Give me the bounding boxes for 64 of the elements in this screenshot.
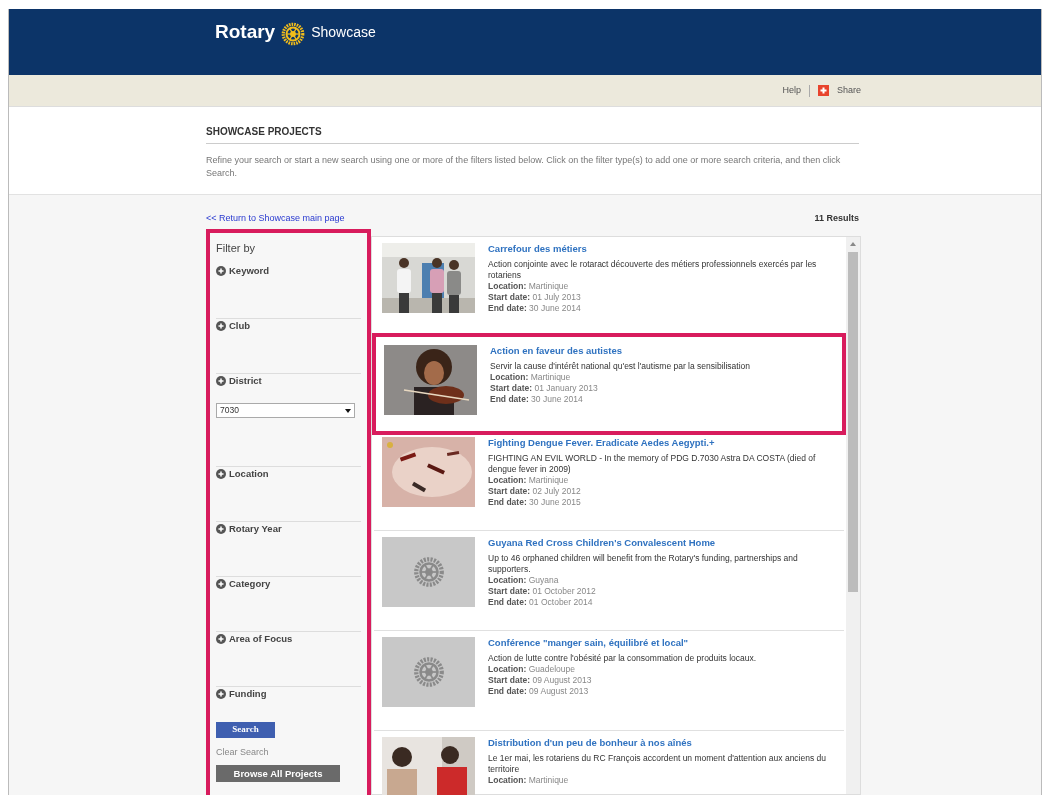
plus-circle-icon — [216, 689, 226, 700]
filter-toggle[interactable]: Category — [216, 577, 271, 592]
filter-toggle[interactable]: District — [216, 374, 262, 389]
help-link[interactable]: Help — [782, 83, 801, 98]
scroll-up-icon — [850, 241, 856, 246]
project-location: Location: Martinique — [490, 371, 572, 383]
plus-circle-icon — [216, 634, 226, 645]
plus-circle-icon — [216, 579, 226, 590]
return-link[interactable]: << Return to Showcase main page — [206, 212, 345, 226]
product-name: Showcase — [311, 23, 376, 42]
project-location: Location: Martinique — [488, 774, 570, 786]
share-link[interactable]: Share — [836, 83, 861, 98]
filter-toggle[interactable]: Club — [216, 319, 251, 334]
project-end-date: End date: 30 June 2014 — [488, 302, 582, 314]
brand-name: Rotary — [215, 21, 276, 43]
browse-all-button[interactable]: Browse All Projects — [216, 765, 340, 783]
scroll-thumb[interactable] — [848, 251, 858, 592]
project-location: Location: Martinique — [488, 474, 570, 486]
clear-search-link[interactable]: Clear Search — [216, 746, 361, 760]
rotary-wheel-icon — [411, 554, 446, 589]
results-count: 11 Results — [814, 212, 859, 225]
dropdown-caret-icon — [345, 408, 351, 413]
intro-text: Refine your search or start a new search using one or more of the filters listed below. Click on the filter type(s) to add one or more search criteria, and then click Search. — [206, 154, 842, 180]
project-end-date: End date: 30 June 2014 — [490, 393, 584, 405]
rotary-wheel-icon — [280, 21, 307, 47]
project-title[interactable]: Carrefour des métiers — [488, 242, 836, 254]
filter-toggle[interactable]: Location — [216, 467, 269, 482]
filter-toggle[interactable]: Funding — [216, 687, 267, 702]
plus-circle-icon — [216, 376, 226, 387]
project-end-date: End date: 01 October 2014 — [488, 596, 594, 608]
project-title[interactable]: Distribution d'un peu de bonheur à nos aînés — [488, 736, 836, 748]
filter-toggle[interactable]: Rotary Year — [216, 522, 282, 537]
project-location: Location: Martinique — [488, 280, 570, 292]
project-start-date: Start date: 09 August 2013 — [488, 674, 593, 686]
filter-toggle[interactable]: Keyword — [216, 264, 270, 279]
plus-circle-icon — [216, 266, 226, 277]
project-end-date: End date: 09 August 2013 — [488, 685, 590, 697]
share-icon — [817, 85, 829, 96]
project-end-date: End date: 30 June 2015 — [488, 496, 582, 508]
project-title[interactable]: Fighting Dengue Fever. Eradicate Aedes Aegypti.+ — [488, 436, 836, 448]
filter-title: Filter by — [216, 240, 257, 256]
plus-circle-icon — [216, 321, 226, 332]
project-description: FIGHTING AN EVIL WORLD - In the memory of PDG D.7030 Astra DA COSTA (died of dengue fever in 2009) — [488, 452, 817, 475]
section-title: SHOWCASE PROJECTS — [206, 124, 859, 144]
project-title[interactable]: Conférence "manger sain, équilibré et local" — [488, 636, 757, 648]
project-description: Up to 46 orphaned children will benefit from the Rotary's funding, partnerships and supporters. — [488, 552, 799, 575]
project-description: Action conjointe avec le rotaract découverte des métiers professionnels exercés par les rotariens — [488, 258, 818, 281]
project-description: Action de lutte contre l'obésité par la consommation de produits locaux. — [488, 652, 757, 664]
filter-toggle[interactable]: Area of Focus — [216, 632, 293, 647]
plus-circle-icon — [216, 524, 226, 535]
rotary-wheel-icon — [411, 654, 446, 689]
project-title[interactable]: Action en faveur des autistes — [490, 344, 750, 356]
project-start-date: Start date: 01 January 2013 — [490, 382, 599, 394]
project-start-date: Start date: 02 July 2012 — [488, 485, 582, 497]
project-start-date: Start date: 01 October 2012 — [488, 585, 597, 597]
project-start-date: Start date: 01 July 2013 — [488, 291, 582, 303]
search-button[interactable]: Search — [216, 721, 275, 738]
project-description: Le 1er mai, les rotariens du RC François accordent un moment d'attention aux anciens du territoire — [488, 752, 828, 775]
project-location: Location: Guyana — [488, 574, 560, 586]
plus-circle-icon — [216, 469, 226, 480]
project-title[interactable]: Guyana Red Cross Children's Convalescent Home — [488, 536, 836, 548]
district-select[interactable]: 7030 — [216, 403, 355, 419]
project-description: Servir la cause d'intérêt national qu'est l'autisme par la sensibilisation — [490, 360, 750, 372]
project-location: Location: Guadeloupe — [488, 663, 576, 675]
